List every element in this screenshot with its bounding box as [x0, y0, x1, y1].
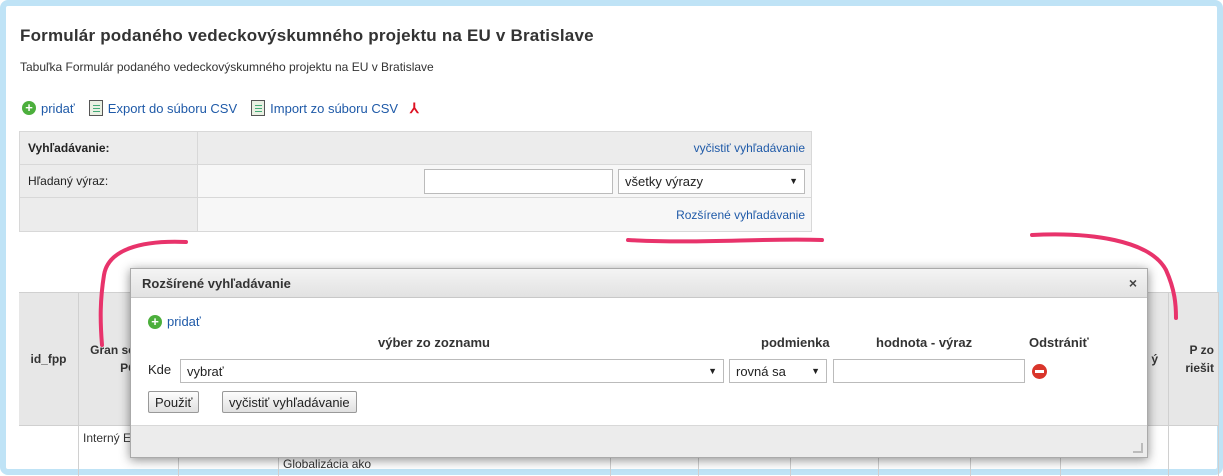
page-title: Formulár podaného vedeckovýskumného proj… — [20, 26, 594, 45]
column-condition-header: podmienka — [761, 335, 830, 350]
search-header-label: Vyhľadávanie: — [20, 132, 198, 164]
chevron-down-icon: ▼ — [811, 366, 820, 376]
dialog-add-button[interactable]: + pridať — [148, 314, 201, 329]
dialog-add-label: pridať — [167, 314, 201, 329]
add-label: pridať — [41, 100, 75, 116]
advanced-search-link[interactable]: Rozšírené vyhľadávanie — [676, 208, 805, 222]
clear-search-button[interactable]: vyčistiť vyhľadávanie — [222, 391, 357, 413]
condition-select[interactable]: rovná sa ▼ — [729, 359, 827, 383]
pdf-icon: ⅄ — [410, 99, 419, 116]
import-csv-button[interactable]: Import zo súboru CSV — [251, 100, 398, 116]
search-header-row: Vyhľadávanie: vyčistiť vyhľadávanie — [20, 132, 811, 165]
add-button[interactable]: + pridať — [22, 101, 75, 116]
export-label: Export do súboru CSV — [107, 100, 238, 116]
where-label: Kde — [148, 362, 172, 377]
chevron-down-icon: ▼ — [708, 366, 717, 376]
spreadsheet-icon — [88, 100, 103, 116]
search-panel: Vyhľadávanie: vyčistiť vyhľadávanie Hľad… — [19, 131, 812, 232]
column-field-header: výber zo zoznamu — [378, 335, 490, 350]
chevron-down-icon: ▼ — [789, 176, 798, 186]
resize-grip-icon[interactable] — [1133, 443, 1143, 453]
clear-search-link[interactable]: vyčistiť vyhľadávanie — [694, 141, 805, 155]
table-cell — [1169, 425, 1219, 476]
value-input[interactable] — [833, 359, 1025, 383]
search-term-label: Hľadaný výraz: — [20, 165, 198, 197]
search-scope-value: všetky výrazy — [625, 173, 704, 189]
column-header-solver[interactable]: P zo riešit — [1169, 293, 1219, 425]
condition-select-value: rovná sa — [736, 363, 786, 379]
search-term-input[interactable] — [424, 168, 613, 194]
close-icon[interactable]: × — [1129, 275, 1137, 291]
column-remove-header: Odstrániť — [1029, 335, 1089, 350]
search-term-row: Hľadaný výraz: všetky výrazy ▼ — [20, 165, 811, 198]
pdf-export-button[interactable]: ⅄ — [410, 99, 423, 116]
empty-cell — [20, 198, 198, 231]
table-cell — [19, 425, 79, 476]
remove-condition-icon[interactable] — [1032, 364, 1047, 379]
dialog-footer — [131, 425, 1147, 457]
field-select[interactable]: vybrať ▼ — [180, 359, 724, 383]
column-value-header: hodnota - výraz — [876, 335, 973, 350]
page-subtitle: Tabuľka Formulár podaného vedeckovýskumn… — [20, 60, 434, 74]
advanced-search-dialog: Rozšírené vyhľadávanie × + pridať výber … — [130, 268, 1148, 458]
advanced-search-row: Rozšírené vyhľadávanie — [20, 198, 811, 231]
dialog-title: Rozšírené vyhľadávanie — [142, 275, 291, 291]
field-select-value: vybrať — [187, 363, 224, 379]
import-icon — [251, 100, 266, 116]
import-label: Import zo súboru CSV — [270, 100, 399, 116]
plus-icon: + — [148, 314, 162, 329]
dialog-header: Rozšírené vyhľadávanie × — [131, 269, 1147, 298]
search-scope-select[interactable]: všetky výrazy ▼ — [618, 168, 805, 194]
column-header-id[interactable]: id_fpp — [19, 293, 79, 425]
toolbar: + pridať Export do súboru CSV Import zo … — [22, 100, 423, 116]
plus-icon: + — [22, 101, 36, 115]
export-csv-button[interactable]: Export do súboru CSV — [88, 100, 238, 116]
apply-button[interactable]: Použiť — [148, 391, 200, 413]
